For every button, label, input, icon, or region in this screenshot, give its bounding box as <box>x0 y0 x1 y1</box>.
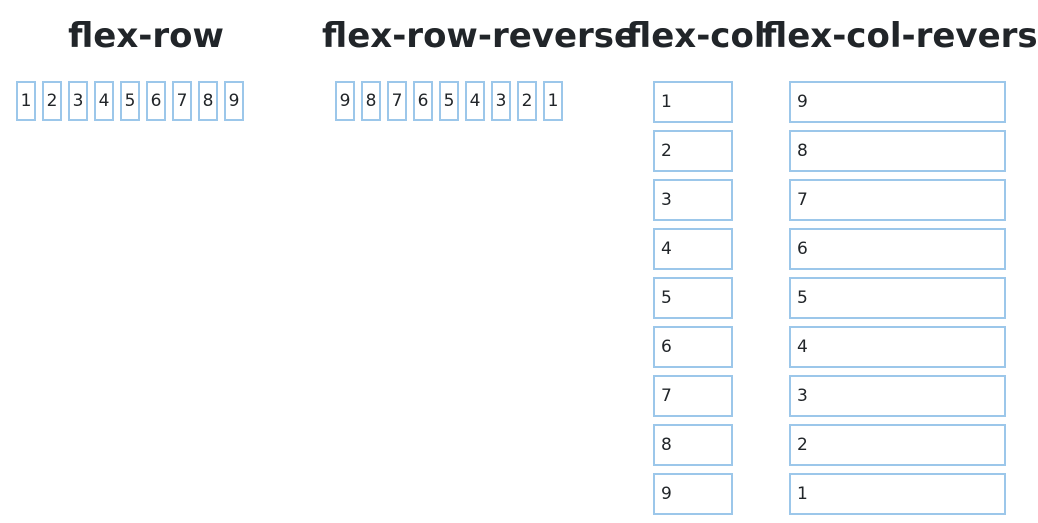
flex-col-item: 2 <box>653 130 733 172</box>
flex-col-reverse-item: 3 <box>789 375 1006 417</box>
flex-col-item: 9 <box>653 473 733 515</box>
flex-row-item: 2 <box>42 81 62 121</box>
flex-row-item: 8 <box>198 81 218 121</box>
flex-row-item: 3 <box>68 81 88 121</box>
flex-col-item: 7 <box>653 375 733 417</box>
flex-col-reverse-item: 5 <box>789 277 1006 319</box>
flex-row-item: 4 <box>94 81 114 121</box>
flex-col-item: 4 <box>653 228 733 270</box>
flex-row-item: 1 <box>16 81 36 121</box>
flex-row-reverse-item: 6 <box>413 81 433 121</box>
flex-col-reverse-item: 9 <box>789 81 1006 123</box>
flex-row-reverse-item: 8 <box>361 81 381 121</box>
flex-row-item: 5 <box>120 81 140 121</box>
flex-col-reverse-item: 7 <box>789 179 1006 221</box>
flex-row-item: 6 <box>146 81 166 121</box>
flex-row-reverse-item: 7 <box>387 81 407 121</box>
flex-col-reverse-item: 6 <box>789 228 1006 270</box>
flex-col-item: 3 <box>653 179 733 221</box>
flex-col-reverse-item: 1 <box>789 473 1006 515</box>
flex-col-list: 1 2 3 4 5 6 7 8 9 <box>653 81 733 515</box>
flex-col-reverse-item: 2 <box>789 424 1006 466</box>
flex-row-list: 1 2 3 4 5 6 7 8 9 <box>16 81 244 121</box>
heading-flex-col: flex-col <box>626 16 766 56</box>
flex-row-reverse-item: 3 <box>491 81 511 121</box>
heading-flex-col-reverse: flex-col-reverse <box>762 16 1038 56</box>
heading-flex-row: flex-row <box>68 16 224 56</box>
flex-col-item: 5 <box>653 277 733 319</box>
flex-col-item: 1 <box>653 81 733 123</box>
flex-row-item: 7 <box>172 81 192 121</box>
flex-row-reverse-item: 1 <box>543 81 563 121</box>
flex-col-reverse-list: 9 8 7 6 5 4 3 2 1 <box>789 81 1006 515</box>
flex-row-reverse-item: 9 <box>335 81 355 121</box>
flex-col-item: 8 <box>653 424 733 466</box>
flex-row-reverse-item: 4 <box>465 81 485 121</box>
flex-row-reverse-item: 2 <box>517 81 537 121</box>
flex-row-reverse-item: 5 <box>439 81 459 121</box>
flex-row-item: 9 <box>224 81 244 121</box>
flex-row-reverse-list: 9 8 7 6 5 4 3 2 1 <box>335 81 563 121</box>
flex-col-item: 6 <box>653 326 733 368</box>
heading-flex-row-reverse: flex-row-reverse <box>322 16 638 56</box>
flex-col-reverse-item: 8 <box>789 130 1006 172</box>
flex-col-reverse-item: 4 <box>789 326 1006 368</box>
